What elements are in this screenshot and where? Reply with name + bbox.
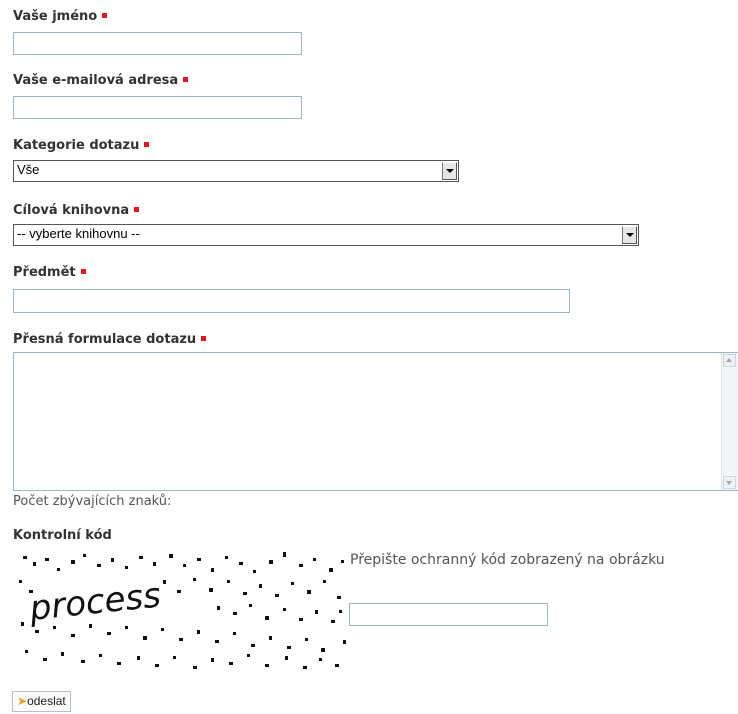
name-label: Vaše jméno — [13, 9, 108, 24]
captcha-instruction: Přepište ochranný kód zobrazený na obráz… — [350, 552, 665, 568]
question-label-text: Přesná formulace dotazu — [13, 332, 197, 347]
chevron-down-icon[interactable] — [442, 162, 457, 180]
email-input[interactable] — [13, 96, 302, 119]
captcha-label-text: Kontrolní kód — [13, 528, 112, 543]
question-label: Přesná formulace dotazu — [13, 332, 207, 347]
subject-input[interactable] — [13, 289, 570, 313]
captcha-image: process — [19, 552, 346, 669]
required-square-icon — [144, 142, 150, 147]
subject-label-text: Předmět — [13, 265, 76, 280]
library-label: Cílová knihovna — [13, 203, 140, 218]
required-square-icon — [80, 269, 86, 274]
name-label-text: Vaše jméno — [13, 9, 98, 24]
library-label-text: Cílová knihovna — [13, 203, 130, 218]
submit-button[interactable]: ➤odeslat — [12, 691, 71, 712]
textarea-scrollbar[interactable] — [721, 353, 738, 490]
category-label-text: Kategorie dotazu — [13, 138, 140, 153]
required-square-icon — [183, 77, 189, 82]
submit-label: odeslat — [27, 694, 66, 708]
required-square-icon — [134, 207, 140, 212]
email-label: Vaše e-mailová adresa — [13, 73, 189, 88]
captcha-word: process — [27, 575, 163, 629]
scroll-down-icon[interactable] — [723, 476, 736, 489]
name-input[interactable] — [13, 32, 302, 55]
captcha-label: Kontrolní kód — [13, 528, 112, 543]
required-square-icon — [201, 336, 207, 341]
subject-label: Předmět — [13, 265, 86, 280]
library-select[interactable]: -- vyberte knihovnu -- — [13, 224, 639, 246]
email-label-text: Vaše e-mailová adresa — [13, 73, 179, 88]
category-select[interactable]: Vše — [13, 160, 459, 182]
library-selected-value: -- vyberte knihovnu -- — [17, 226, 140, 241]
scroll-up-icon[interactable] — [723, 354, 736, 367]
category-selected-value: Vše — [17, 162, 40, 177]
required-square-icon — [102, 13, 108, 18]
captcha-input[interactable] — [349, 603, 548, 626]
arrow-icon: ➤ — [17, 694, 28, 708]
question-textarea[interactable] — [13, 352, 738, 491]
remaining-chars-label: Počet zbývajících znaků: — [13, 494, 172, 509]
category-label: Kategorie dotazu — [13, 138, 150, 153]
chevron-down-icon[interactable] — [622, 226, 637, 244]
